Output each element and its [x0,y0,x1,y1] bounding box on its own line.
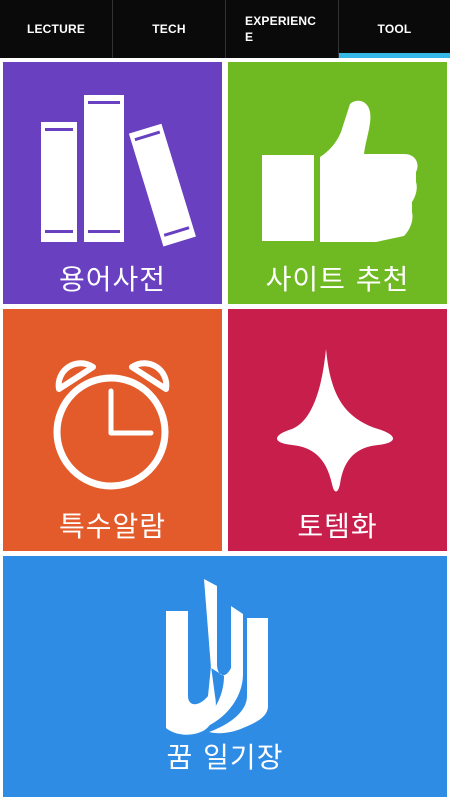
site-recommend-label: 사이트 추천 [265,263,410,296]
dictionary-label: 용어사전 [58,263,167,296]
dream-diary-tile[interactable]: 꿈 일기장 [3,556,447,797]
totem-tile[interactable]: 토템화 [228,309,447,551]
dream-diary-label: 꿈 일기장 [166,741,284,774]
tab-lecture[interactable]: LECTURE [0,0,112,58]
tab-tech[interactable]: TECH [112,0,225,58]
tab-bar: LECTURE TECH EXPERIENCE TOOL [0,0,450,58]
alarm-label: 특수알람 [58,510,167,543]
site-recommend-tile[interactable]: 사이트 추천 [228,62,447,304]
alarm-tile[interactable]: 특수알람 [3,309,222,551]
tab-label: EXPERIENCE [245,14,317,44]
tab-label: TOOL [377,22,412,36]
totem-label: 토템화 [297,510,378,543]
tab-label: TECH [152,22,186,36]
tab-experience[interactable]: EXPERIENCE [225,0,338,58]
tab-tool[interactable]: TOOL [338,0,450,58]
tab-label: LECTURE [26,22,86,36]
dictionary-tile[interactable]: 용어사전 [3,62,222,304]
